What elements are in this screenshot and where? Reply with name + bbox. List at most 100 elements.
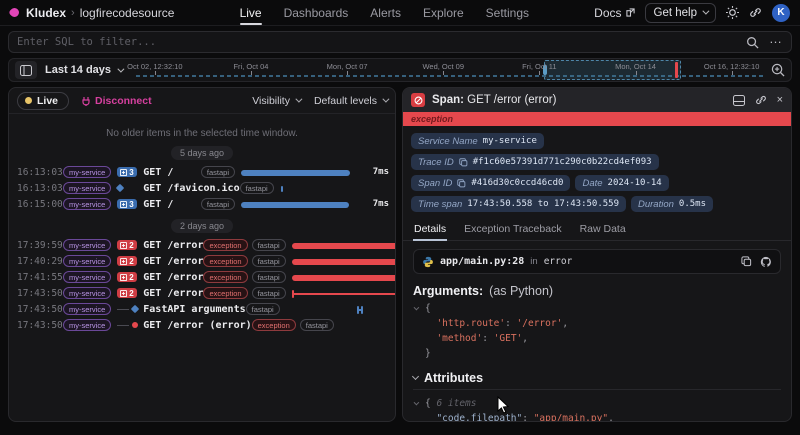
span-count-badge[interactable]: 3	[117, 167, 136, 177]
nav-tab-dashboards[interactable]: Dashboards	[284, 0, 349, 25]
trace-row[interactable]: 17:39:59my-service2GET /errorexceptionfa…	[9, 237, 395, 253]
docs-label: Docs	[594, 6, 621, 20]
fastapi-tag: fastapi	[201, 198, 235, 210]
code-file-location[interactable]: app/main.py:28	[440, 256, 524, 267]
trace-row[interactable]: 17:40:29my-service2GET /errorexceptionfa…	[9, 253, 395, 269]
visibility-dropdown[interactable]: Visibility	[252, 95, 300, 107]
breadcrumb-org[interactable]: Kludex	[26, 6, 66, 20]
trace-row[interactable]: 17:43:50my-service2GET /errorexceptionfa…	[9, 285, 395, 301]
row-marker[interactable]: 2	[117, 240, 143, 250]
time-range-dropdown[interactable]: Last 14 days	[45, 64, 122, 76]
duration-bar	[292, 259, 395, 265]
trace-row[interactable]: 16:13:03my-serviceGET /favicon.icofastap…	[9, 180, 395, 196]
meta-label: Time span	[418, 199, 462, 210]
attributes-heading[interactable]: Attributes	[413, 371, 781, 385]
docs-link[interactable]: Docs	[594, 6, 634, 20]
row-marker[interactable]: 3	[117, 167, 143, 177]
timeline-tick-label: Mon, Oct 14	[615, 62, 656, 71]
live-toggle-button[interactable]: Live	[17, 92, 69, 110]
disconnect-button[interactable]: Disconnect	[81, 95, 152, 107]
trace-row[interactable]: 16:15:00my-service3GET /fastapi7ms	[9, 196, 395, 212]
zoom-in-icon	[771, 63, 785, 77]
code-line: {	[413, 301, 781, 316]
service-tag: my-service	[63, 198, 111, 210]
trace-row[interactable]: 17:43:50my-serviceGET /error (error)exce…	[9, 317, 395, 333]
span-title-prefix: Span:	[432, 94, 464, 106]
sql-filter-input[interactable]	[17, 36, 746, 48]
close-icon[interactable]: ×	[777, 95, 783, 106]
time-divider-pill[interactable]: 2 days ago	[171, 219, 233, 233]
span-count-badge[interactable]: 2	[117, 272, 136, 282]
trace-row[interactable]: 17:43:50my-serviceFastAPI argumentsfasta…	[9, 301, 395, 317]
timeline-zoom-button[interactable]	[771, 63, 785, 77]
dock-panel-icon[interactable]	[733, 95, 745, 106]
row-timestamp: 17:39:59	[17, 240, 63, 251]
logfire-logo-icon[interactable]	[8, 6, 21, 19]
span-title-text: GET /error (error)	[467, 94, 556, 106]
chevron-down-icon	[702, 8, 709, 15]
span-count-badge[interactable]: 3	[117, 199, 136, 209]
row-duration: 0.7ms	[392, 183, 395, 193]
default-levels-dropdown[interactable]: Default levels	[314, 95, 387, 107]
row-marker[interactable]: 2	[117, 256, 143, 266]
meta-pill-duration: Duration0.5ms	[631, 196, 713, 212]
row-marker	[117, 185, 143, 191]
fastapi-tag: fastapi	[252, 271, 286, 283]
trace-row[interactable]: 16:13:03my-service3GET /fastapi7ms	[9, 164, 395, 180]
span-count-badge[interactable]: 2	[117, 240, 136, 250]
tab-raw-data[interactable]: Raw Data	[579, 220, 627, 240]
github-icon[interactable]	[760, 256, 772, 268]
theme-toggle-button[interactable]	[726, 6, 739, 19]
default-levels-label: Default levels	[314, 95, 377, 107]
span-count-badge[interactable]: 2	[117, 256, 136, 266]
collapse-toggle[interactable]	[413, 301, 425, 316]
code-line: 'method': 'GET',	[413, 331, 781, 346]
share-link-button[interactable]	[749, 6, 762, 19]
collapse-toggle[interactable]	[413, 396, 425, 411]
row-route: GET /error	[143, 256, 203, 267]
row-tags: fastapi	[201, 198, 241, 210]
user-avatar[interactable]: K	[772, 4, 790, 22]
timeline-selection[interactable]	[544, 60, 682, 80]
time-divider-pill[interactable]: 5 days ago	[171, 146, 233, 160]
external-link-icon	[626, 8, 635, 17]
sidebar-toggle-button[interactable]	[15, 61, 37, 79]
tab-details[interactable]: Details	[413, 220, 447, 240]
duration-bar-region	[292, 270, 395, 284]
row-marker[interactable]: 2	[117, 288, 143, 298]
meta-pill-service-name: Service Namemy-service	[411, 133, 544, 149]
trace-row[interactable]: 17:41:55my-service2GET /errorexceptionfa…	[9, 269, 395, 285]
tree-connector-line	[117, 325, 129, 326]
get-help-button[interactable]: Get help	[645, 3, 716, 23]
copy-icon[interactable]	[457, 179, 466, 188]
in-word: in	[530, 256, 537, 267]
span-count-badge[interactable]: 2	[117, 288, 136, 298]
exception-banner: exception	[403, 112, 791, 126]
row-route: GET /	[143, 199, 173, 210]
row-route: GET /error	[143, 272, 203, 283]
dot-icon	[132, 322, 138, 328]
search-icon[interactable]	[746, 36, 759, 49]
tab-exception-traceback[interactable]: Exception Traceback	[463, 220, 562, 240]
row-tags: exceptionfastapi	[203, 271, 291, 283]
trace-list-scroll[interactable]: No older items in the selected time wind…	[9, 114, 395, 333]
copy-icon[interactable]	[459, 158, 468, 167]
meta-label: Service Name	[418, 136, 478, 147]
row-marker[interactable]: 2	[117, 272, 143, 282]
meta-value: 17:43:50.558 to 17:43:50.559	[467, 199, 619, 209]
more-options-button[interactable]: …	[769, 39, 783, 45]
nav-tab-explore[interactable]: Explore	[423, 0, 464, 25]
nav-tab-live[interactable]: Live	[240, 0, 262, 25]
fastapi-tag: fastapi	[252, 255, 286, 267]
row-tags: fastapi	[201, 166, 241, 178]
row-marker[interactable]: 3	[117, 199, 143, 209]
timeline-tick-mark	[251, 71, 252, 75]
timeline-track[interactable]: Oct 02, 12:32:10Fri, Oct 04Mon, Oct 07We…	[136, 59, 763, 81]
copy-link-icon[interactable]	[755, 94, 767, 106]
nav-tab-alerts[interactable]: Alerts	[370, 0, 401, 25]
copy-icon[interactable]	[741, 256, 752, 267]
code-token: ,	[522, 331, 528, 346]
row-tags: exceptionfastapi	[252, 319, 340, 331]
breadcrumb-project[interactable]: logfirecodesource	[80, 6, 175, 20]
nav-tab-settings[interactable]: Settings	[486, 0, 529, 25]
